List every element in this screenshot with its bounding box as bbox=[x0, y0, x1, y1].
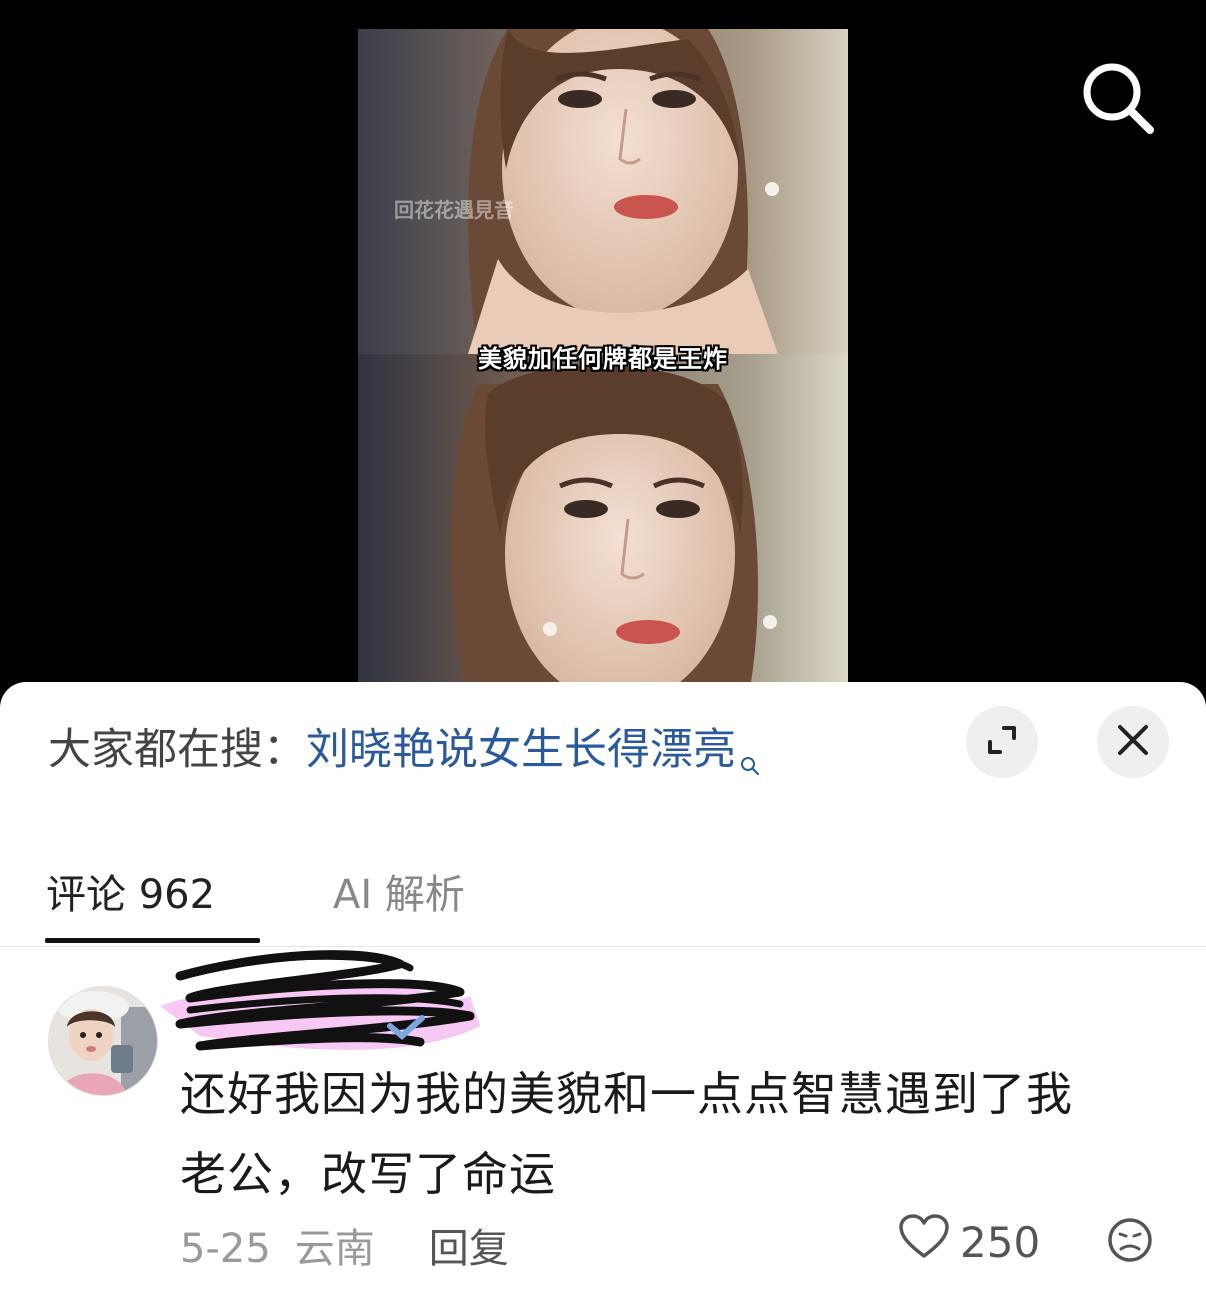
video-frame[interactable]: 回花花遇見音 美貌加任何牌都是王炸 bbox=[358, 29, 848, 700]
close-icon bbox=[1116, 723, 1150, 761]
comment-text-line: 老公，改写了命运 bbox=[180, 1147, 556, 1201]
comments-sheet: 大家都在搜：刘晓艳说女生长得漂亮 评论 962 AI 解析 还好我因为我的美貌和… bbox=[0, 682, 1206, 1299]
comment-meta: 5-25 云南 回复 bbox=[180, 1216, 533, 1274]
comment-body: 还好我因为我的美貌和一点点智慧遇到了我 老公，改写了命运 bbox=[180, 1054, 1160, 1214]
hot-search-label: 大家都在搜： bbox=[48, 725, 306, 775]
avatar[interactable] bbox=[48, 986, 158, 1096]
tab-ai-analysis[interactable]: AI 解析 bbox=[333, 862, 465, 920]
comment-item: 还好我因为我的美貌和一点点智慧遇到了我 老公，改写了命运 5-25 云南 回复 25… bbox=[0, 946, 1206, 1299]
video-watermark: 回花花遇見音 bbox=[394, 198, 514, 222]
dislike-button[interactable] bbox=[1106, 1216, 1154, 1268]
expand-icon bbox=[985, 723, 1019, 761]
video-still-top bbox=[358, 29, 848, 354]
video-still-bottom bbox=[358, 354, 848, 700]
tab-bar: 评论 962 AI 解析 bbox=[0, 832, 1206, 947]
heart-icon bbox=[898, 1214, 960, 1270]
hot-search-bar[interactable]: 大家都在搜：刘晓艳说女生长得漂亮 bbox=[48, 720, 760, 792]
search-small-icon bbox=[740, 732, 760, 792]
reply-button[interactable]: 回复 bbox=[429, 1226, 509, 1272]
like-count: 250 bbox=[960, 1217, 1041, 1267]
search-icon bbox=[1078, 63, 1158, 140]
comment-text-line: 还好我因为我的美貌和一点点智慧遇到了我 bbox=[180, 1067, 1073, 1121]
video-player[interactable]: 回花花遇見音 美貌加任何牌都是王炸 bbox=[0, 0, 1206, 700]
expand-button[interactable] bbox=[966, 706, 1038, 778]
comment-date: 5-25 bbox=[180, 1226, 271, 1272]
tab-comments[interactable]: 评论 962 bbox=[46, 862, 215, 920]
close-button[interactable] bbox=[1097, 706, 1169, 778]
comment-location: 云南 bbox=[294, 1226, 375, 1272]
like-button[interactable]: 250 bbox=[898, 1214, 1040, 1270]
search-button[interactable] bbox=[1078, 60, 1158, 136]
sad-face-icon bbox=[1106, 1218, 1154, 1268]
username-redacted bbox=[160, 946, 490, 1066]
active-tab-indicator bbox=[45, 938, 260, 943]
video-caption: 美貌加任何牌都是王炸 bbox=[478, 345, 728, 373]
hot-search-term[interactable]: 刘晓艳说女生长得漂亮 bbox=[306, 725, 736, 775]
